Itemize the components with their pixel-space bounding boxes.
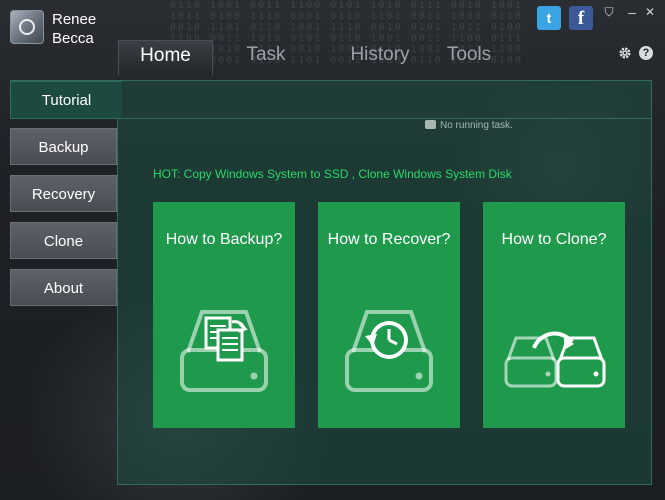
card-title: How to Clone? [501, 231, 607, 248]
tab-task[interactable]: Task [222, 40, 310, 74]
recover-drive-icon [345, 310, 433, 392]
card-title: How to Recover? [327, 231, 451, 248]
facebook-icon[interactable]: f [569, 6, 593, 30]
sidebar-item-backup[interactable]: Backup [10, 128, 117, 165]
app-logo-icon [10, 10, 44, 44]
minimize-button[interactable]: – [624, 4, 640, 20]
tab-home[interactable]: Home [118, 40, 213, 75]
sidebar-item-clone[interactable]: Clone [10, 222, 117, 259]
sidebar-item-recovery[interactable]: Recovery [10, 175, 117, 212]
close-button[interactable]: ✕ [642, 4, 658, 20]
app-name: Renee Becca [52, 10, 96, 48]
tab-tools[interactable]: Tools [436, 40, 502, 74]
card-title: How to Backup? [165, 231, 283, 248]
sidebar-item-about[interactable]: About [10, 269, 117, 306]
hot-topic-link[interactable]: HOT: Copy Windows System to SSD , Clone … [153, 167, 512, 182]
title-bar: 0110 1001 0011 1100 0101 1010 0111 0010 … [0, 0, 665, 80]
status-text: No running task. [440, 120, 513, 131]
message-icon [425, 120, 436, 129]
app-name-line2: Becca [52, 30, 94, 47]
skin-icon[interactable]: ⛉ [601, 4, 617, 20]
app-window: 0110 1001 0011 1100 0101 1010 0111 0010 … [0, 0, 665, 500]
clone-tutorial-card[interactable]: How to Clone? [483, 202, 625, 428]
backup-tutorial-card[interactable]: How to Backup? [153, 202, 295, 428]
twitter-icon[interactable]: t [537, 6, 561, 30]
recover-tutorial-card[interactable]: How to Recover? [318, 202, 460, 428]
status-indicator: No running task. [425, 120, 513, 132]
clone-drives-icon [504, 331, 606, 388]
gear-icon[interactable] [618, 46, 632, 60]
app-name-line1: Renee [52, 11, 97, 28]
backup-drive-icon [180, 310, 268, 392]
tab-history[interactable]: History [324, 40, 436, 74]
help-icon[interactable]: ? [639, 46, 653, 60]
sidebar-item-tutorial[interactable]: Tutorial [10, 81, 122, 119]
